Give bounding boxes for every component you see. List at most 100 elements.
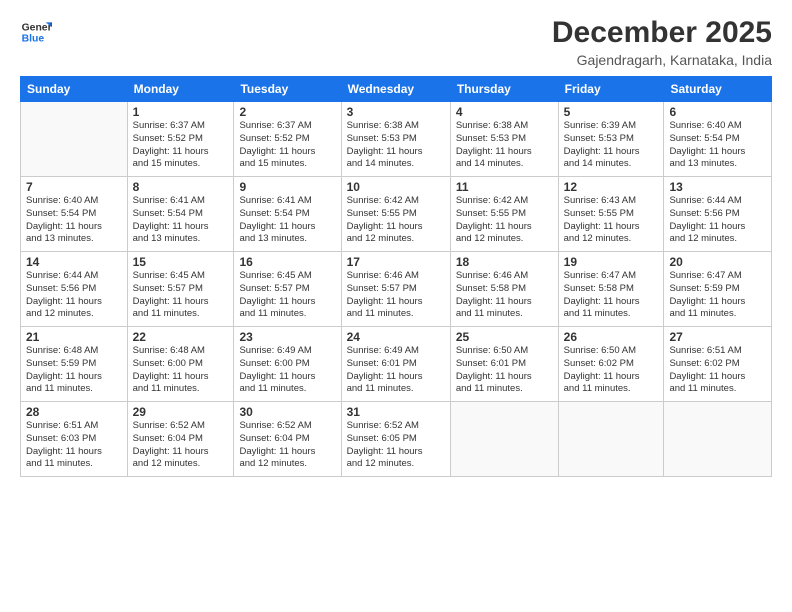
- day-number: 16: [239, 255, 335, 269]
- day-number: 1: [133, 105, 229, 119]
- table-row: 9Sunrise: 6:41 AM Sunset: 5:54 PM Daylig…: [234, 177, 341, 252]
- day-number: 23: [239, 330, 335, 344]
- table-row: 15Sunrise: 6:45 AM Sunset: 5:57 PM Dayli…: [127, 252, 234, 327]
- day-number: 2: [239, 105, 335, 119]
- col-friday: Friday: [558, 77, 664, 102]
- table-row: [450, 402, 558, 477]
- table-row: 27Sunrise: 6:51 AM Sunset: 6:02 PM Dayli…: [664, 327, 772, 402]
- day-number: 5: [564, 105, 659, 119]
- table-row: 16Sunrise: 6:45 AM Sunset: 5:57 PM Dayli…: [234, 252, 341, 327]
- day-info: Sunrise: 6:41 AM Sunset: 5:54 PM Dayligh…: [133, 195, 229, 246]
- day-number: 24: [347, 330, 445, 344]
- header-row: Sunday Monday Tuesday Wednesday Thursday…: [21, 77, 772, 102]
- day-info: Sunrise: 6:42 AM Sunset: 5:55 PM Dayligh…: [456, 195, 553, 246]
- table-row: 10Sunrise: 6:42 AM Sunset: 5:55 PM Dayli…: [341, 177, 450, 252]
- table-row: 13Sunrise: 6:44 AM Sunset: 5:56 PM Dayli…: [664, 177, 772, 252]
- table-row: 18Sunrise: 6:46 AM Sunset: 5:58 PM Dayli…: [450, 252, 558, 327]
- day-info: Sunrise: 6:50 AM Sunset: 6:01 PM Dayligh…: [456, 345, 553, 396]
- day-info: Sunrise: 6:37 AM Sunset: 5:52 PM Dayligh…: [239, 120, 335, 171]
- day-number: 4: [456, 105, 553, 119]
- day-info: Sunrise: 6:39 AM Sunset: 5:53 PM Dayligh…: [564, 120, 659, 171]
- table-row: 26Sunrise: 6:50 AM Sunset: 6:02 PM Dayli…: [558, 327, 664, 402]
- table-row: 22Sunrise: 6:48 AM Sunset: 6:00 PM Dayli…: [127, 327, 234, 402]
- day-number: 21: [26, 330, 122, 344]
- col-saturday: Saturday: [664, 77, 772, 102]
- day-number: 10: [347, 180, 445, 194]
- day-number: 9: [239, 180, 335, 194]
- day-number: 25: [456, 330, 553, 344]
- calendar-week-5: 28Sunrise: 6:51 AM Sunset: 6:03 PM Dayli…: [21, 402, 772, 477]
- day-number: 11: [456, 180, 553, 194]
- day-info: Sunrise: 6:38 AM Sunset: 5:53 PM Dayligh…: [456, 120, 553, 171]
- logo-icon: General Blue: [20, 16, 52, 48]
- day-info: Sunrise: 6:48 AM Sunset: 6:00 PM Dayligh…: [133, 345, 229, 396]
- day-info: Sunrise: 6:50 AM Sunset: 6:02 PM Dayligh…: [564, 345, 659, 396]
- day-number: 15: [133, 255, 229, 269]
- day-info: Sunrise: 6:45 AM Sunset: 5:57 PM Dayligh…: [133, 270, 229, 321]
- logo: General Blue: [20, 16, 52, 48]
- table-row: 6Sunrise: 6:40 AM Sunset: 5:54 PM Daylig…: [664, 102, 772, 177]
- table-row: 12Sunrise: 6:43 AM Sunset: 5:55 PM Dayli…: [558, 177, 664, 252]
- header: General Blue December 2025 Gajendragarh,…: [20, 16, 772, 68]
- table-row: 30Sunrise: 6:52 AM Sunset: 6:04 PM Dayli…: [234, 402, 341, 477]
- day-number: 20: [669, 255, 766, 269]
- col-thursday: Thursday: [450, 77, 558, 102]
- table-row: 14Sunrise: 6:44 AM Sunset: 5:56 PM Dayli…: [21, 252, 128, 327]
- table-row: 11Sunrise: 6:42 AM Sunset: 5:55 PM Dayli…: [450, 177, 558, 252]
- day-info: Sunrise: 6:43 AM Sunset: 5:55 PM Dayligh…: [564, 195, 659, 246]
- day-number: 22: [133, 330, 229, 344]
- day-info: Sunrise: 6:47 AM Sunset: 5:58 PM Dayligh…: [564, 270, 659, 321]
- day-info: Sunrise: 6:52 AM Sunset: 6:04 PM Dayligh…: [239, 420, 335, 471]
- table-row: 2Sunrise: 6:37 AM Sunset: 5:52 PM Daylig…: [234, 102, 341, 177]
- col-sunday: Sunday: [21, 77, 128, 102]
- col-wednesday: Wednesday: [341, 77, 450, 102]
- table-row: 19Sunrise: 6:47 AM Sunset: 5:58 PM Dayli…: [558, 252, 664, 327]
- table-row: 17Sunrise: 6:46 AM Sunset: 5:57 PM Dayli…: [341, 252, 450, 327]
- col-monday: Monday: [127, 77, 234, 102]
- day-number: 19: [564, 255, 659, 269]
- location: Gajendragarh, Karnataka, India: [552, 52, 772, 68]
- calendar-week-1: 1Sunrise: 6:37 AM Sunset: 5:52 PM Daylig…: [21, 102, 772, 177]
- day-number: 13: [669, 180, 766, 194]
- day-number: 17: [347, 255, 445, 269]
- day-info: Sunrise: 6:49 AM Sunset: 6:00 PM Dayligh…: [239, 345, 335, 396]
- table-row: [664, 402, 772, 477]
- col-tuesday: Tuesday: [234, 77, 341, 102]
- day-number: 18: [456, 255, 553, 269]
- table-row: [558, 402, 664, 477]
- day-info: Sunrise: 6:40 AM Sunset: 5:54 PM Dayligh…: [669, 120, 766, 171]
- table-row: 20Sunrise: 6:47 AM Sunset: 5:59 PM Dayli…: [664, 252, 772, 327]
- day-number: 31: [347, 405, 445, 419]
- calendar-week-2: 7Sunrise: 6:40 AM Sunset: 5:54 PM Daylig…: [21, 177, 772, 252]
- calendar-week-4: 21Sunrise: 6:48 AM Sunset: 5:59 PM Dayli…: [21, 327, 772, 402]
- table-row: 8Sunrise: 6:41 AM Sunset: 5:54 PM Daylig…: [127, 177, 234, 252]
- day-number: 6: [669, 105, 766, 119]
- day-info: Sunrise: 6:37 AM Sunset: 5:52 PM Dayligh…: [133, 120, 229, 171]
- month-title: December 2025: [552, 16, 772, 50]
- page: General Blue December 2025 Gajendragarh,…: [0, 0, 792, 612]
- title-block: December 2025 Gajendragarh, Karnataka, I…: [552, 16, 772, 68]
- day-number: 8: [133, 180, 229, 194]
- day-info: Sunrise: 6:49 AM Sunset: 6:01 PM Dayligh…: [347, 345, 445, 396]
- table-row: 3Sunrise: 6:38 AM Sunset: 5:53 PM Daylig…: [341, 102, 450, 177]
- table-row: 21Sunrise: 6:48 AM Sunset: 5:59 PM Dayli…: [21, 327, 128, 402]
- day-number: 14: [26, 255, 122, 269]
- table-row: 31Sunrise: 6:52 AM Sunset: 6:05 PM Dayli…: [341, 402, 450, 477]
- table-row: 29Sunrise: 6:52 AM Sunset: 6:04 PM Dayli…: [127, 402, 234, 477]
- day-info: Sunrise: 6:48 AM Sunset: 5:59 PM Dayligh…: [26, 345, 122, 396]
- table-row: 23Sunrise: 6:49 AM Sunset: 6:00 PM Dayli…: [234, 327, 341, 402]
- day-number: 3: [347, 105, 445, 119]
- table-row: 25Sunrise: 6:50 AM Sunset: 6:01 PM Dayli…: [450, 327, 558, 402]
- table-row: 4Sunrise: 6:38 AM Sunset: 5:53 PM Daylig…: [450, 102, 558, 177]
- day-info: Sunrise: 6:52 AM Sunset: 6:05 PM Dayligh…: [347, 420, 445, 471]
- day-info: Sunrise: 6:44 AM Sunset: 5:56 PM Dayligh…: [669, 195, 766, 246]
- day-info: Sunrise: 6:52 AM Sunset: 6:04 PM Dayligh…: [133, 420, 229, 471]
- day-info: Sunrise: 6:51 AM Sunset: 6:03 PM Dayligh…: [26, 420, 122, 471]
- day-info: Sunrise: 6:38 AM Sunset: 5:53 PM Dayligh…: [347, 120, 445, 171]
- calendar-week-3: 14Sunrise: 6:44 AM Sunset: 5:56 PM Dayli…: [21, 252, 772, 327]
- day-info: Sunrise: 6:46 AM Sunset: 5:58 PM Dayligh…: [456, 270, 553, 321]
- svg-text:General: General: [22, 22, 52, 33]
- day-number: 26: [564, 330, 659, 344]
- day-info: Sunrise: 6:46 AM Sunset: 5:57 PM Dayligh…: [347, 270, 445, 321]
- day-info: Sunrise: 6:42 AM Sunset: 5:55 PM Dayligh…: [347, 195, 445, 246]
